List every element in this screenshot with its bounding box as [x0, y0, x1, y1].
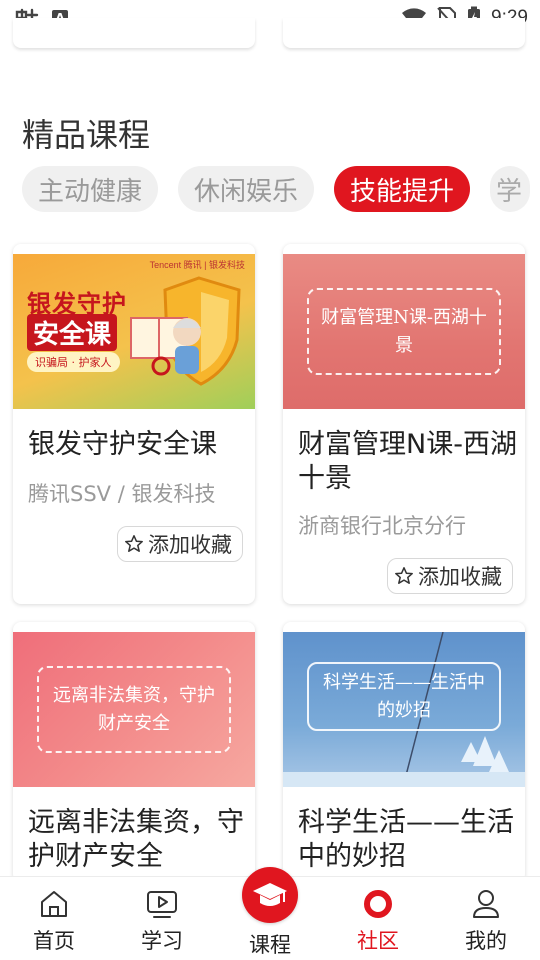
tab-skill-up[interactable]: 技能提升 [334, 166, 471, 212]
course-provider: 腾讯SSV / 银发科技 [28, 482, 216, 506]
category-tabs: 主动健康 休闲娱乐 技能提升 学 [22, 166, 531, 212]
course-card[interactable]: 财富管理N课-西湖十景 财富管理N课-西湖十景 浙商银行北京分行 添加收藏 [283, 244, 525, 604]
bottom-navigation: 首页 学习 课程 社区 我的 [0, 867, 540, 960]
thumb-headline-2: 安全课 [27, 314, 118, 351]
add-favorite-button[interactable]: 添加收藏 [387, 558, 513, 594]
course-title[interactable]: 科学生活——生活中的妙招 [298, 806, 518, 874]
tab-active-health[interactable]: 主动健康 [22, 166, 159, 212]
nav-home[interactable]: 首页 [0, 877, 108, 960]
grandma-shield-illustration [130, 276, 241, 386]
video-play-icon [147, 891, 177, 918]
star-icon [125, 535, 143, 552]
star-icon [395, 567, 413, 584]
nav-mine-label: 我的 [465, 929, 507, 953]
tab-leisure[interactable]: 休闲娱乐 [178, 166, 315, 212]
thumb-caption: 科学生活——生活中的妙招 [307, 662, 501, 731]
course-thumbnail: 远离非法集资，守护财产安全 [13, 632, 255, 787]
nav-courses[interactable]: 课程 [216, 867, 324, 960]
nav-courses-label: 课程 [249, 933, 291, 957]
tab-learning-partial[interactable]: 学 [490, 166, 531, 212]
person-icon [473, 890, 499, 918]
section-title: 精品课程 [22, 116, 151, 154]
nav-community[interactable]: 社区 [324, 877, 432, 960]
course-title[interactable]: 财富管理N课-西湖十景 [298, 428, 518, 496]
course-title[interactable]: 银发守护安全课 [28, 428, 248, 462]
thumb-caption: 远离非法集资，守护财产安全 [37, 666, 231, 753]
course-card[interactable]: 科学生活——生活中的妙招 科学生活——生活中的妙招 [283, 622, 525, 882]
community-ring-icon [364, 890, 392, 918]
thumb-caption: 财富管理N课-西湖十景 [307, 288, 501, 375]
add-favorite-label: 添加收藏 [148, 533, 232, 557]
courses-center-button[interactable] [242, 867, 298, 923]
thumb-tagline: 识骗局 · 护家人 [27, 352, 120, 372]
nav-study-label: 学习 [141, 929, 183, 953]
graduation-cap-icon [253, 883, 287, 906]
course-title[interactable]: 远离非法集资，守护财产安全 [28, 806, 248, 874]
home-icon [41, 891, 67, 917]
nav-study[interactable]: 学习 [108, 877, 216, 960]
add-favorite-label: 添加收藏 [418, 565, 502, 589]
nav-community-label: 社区 [357, 929, 399, 953]
course-card[interactable]: Tencent 腾讯 | 银发科技 银发守护 安全课 识骗局 · 护家人 银发守… [13, 244, 255, 604]
course-thumbnail: Tencent 腾讯 | 银发科技 银发守护 安全课 识骗局 · 护家人 [13, 254, 255, 409]
nav-home-label: 首页 [33, 929, 75, 953]
course-thumbnail: 财富管理N课-西湖十景 [283, 254, 525, 409]
nav-mine[interactable]: 我的 [432, 877, 540, 960]
course-provider: 浙商银行北京分行 [298, 514, 466, 538]
course-thumbnail: 科学生活——生活中的妙招 [283, 632, 525, 787]
partial-card-left[interactable] [13, 18, 255, 48]
course-card[interactable]: 远离非法集资，守护财产安全 远离非法集资，守护财产安全 [13, 622, 255, 882]
add-favorite-button[interactable]: 添加收藏 [117, 526, 243, 562]
partial-card-right[interactable] [283, 18, 525, 48]
